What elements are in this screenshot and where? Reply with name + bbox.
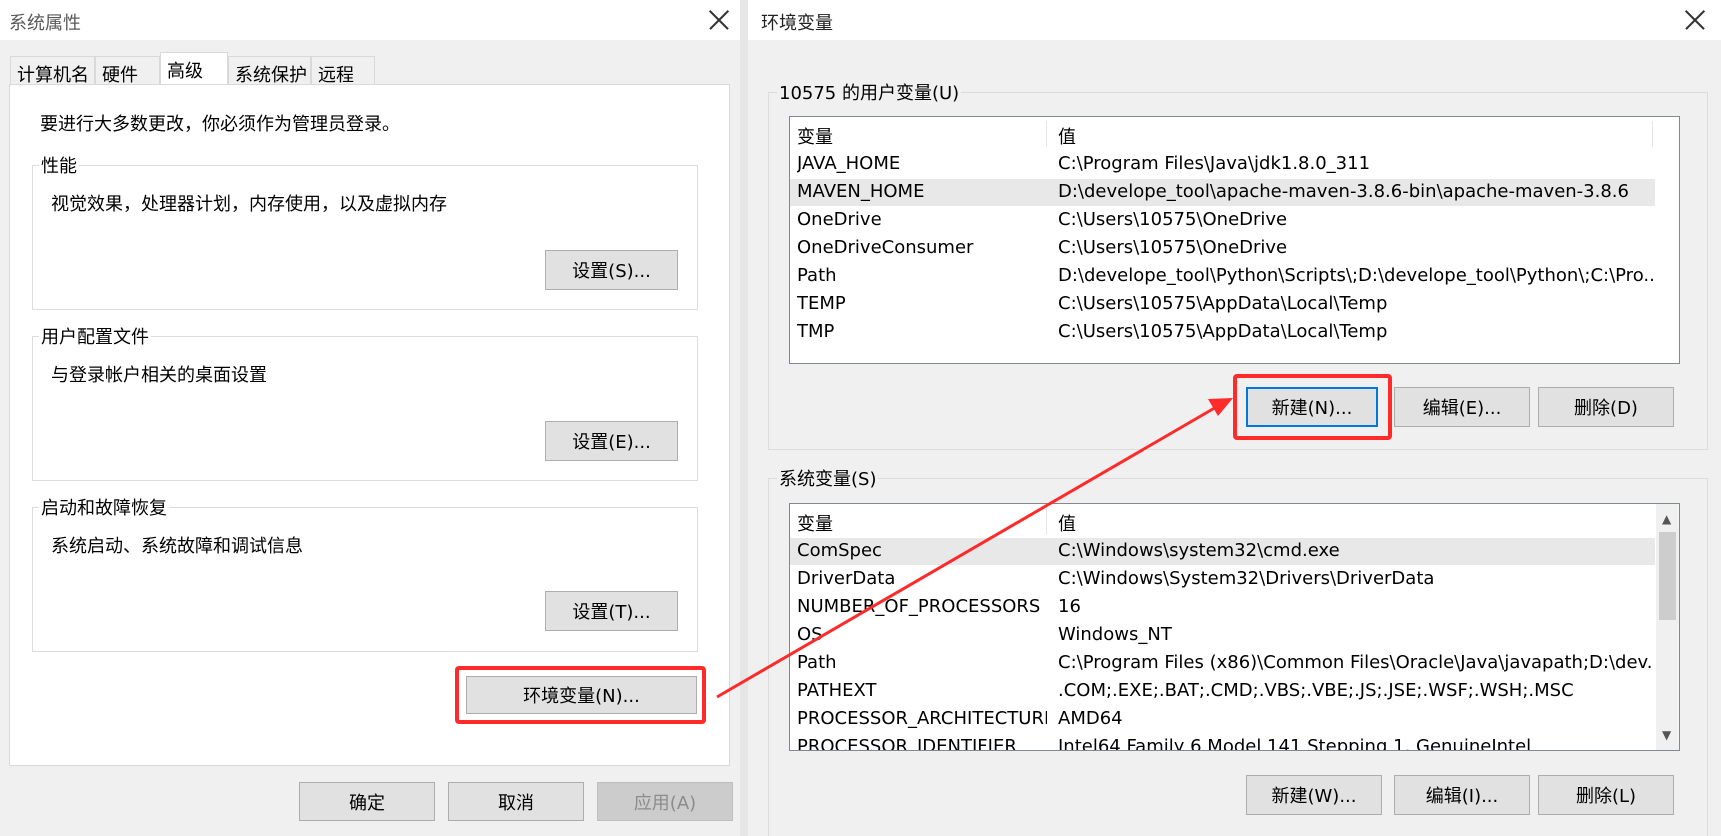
arrow-head bbox=[1208, 398, 1233, 416]
arrow-line bbox=[716, 404, 1219, 699]
annotation-arrow bbox=[716, 398, 1233, 699]
